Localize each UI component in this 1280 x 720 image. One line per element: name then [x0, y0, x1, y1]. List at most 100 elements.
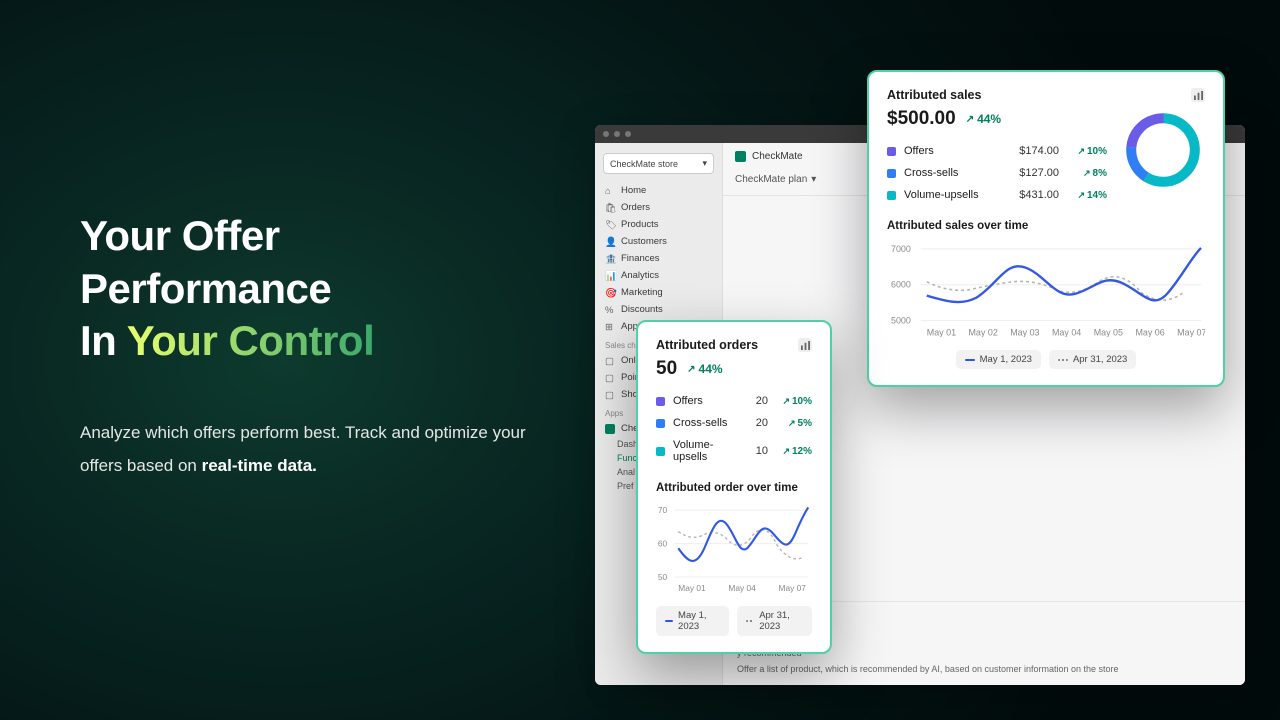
bar-chart-icon[interactable]	[798, 338, 812, 352]
store-name: CheckMate store	[610, 159, 678, 169]
nav-icon: 📊	[605, 271, 615, 281]
color-swatch	[887, 169, 896, 178]
nav-icon: 🎯	[605, 288, 615, 298]
arrow-up-icon: ↗	[782, 446, 790, 456]
legend-value: $127.00	[999, 167, 1059, 179]
arrow-up-icon: ↗	[1077, 190, 1085, 200]
legend-value: 10	[736, 445, 768, 457]
orders-value: 50	[656, 358, 677, 380]
color-swatch	[656, 419, 665, 428]
legend-pill-compare[interactable]: Apr 31, 2023	[737, 606, 812, 636]
traffic-light-icon	[614, 131, 620, 137]
svg-text:May 07: May 07	[1177, 327, 1205, 337]
nav-icon: ⊞	[605, 322, 615, 332]
arrow-up-icon: ↗	[1083, 168, 1091, 178]
svg-text:May 04: May 04	[1052, 327, 1081, 337]
svg-text:May 01: May 01	[927, 327, 956, 337]
legend-value: $174.00	[999, 145, 1059, 157]
legend-pill-current[interactable]: May 1, 2023	[956, 350, 1041, 369]
color-swatch	[887, 191, 896, 200]
channel-icon: ▢	[605, 373, 615, 383]
nav-icon: %	[605, 305, 615, 315]
hero-heading: Your Offer Performance In Your Control	[80, 210, 540, 368]
color-swatch	[656, 447, 665, 456]
color-swatch	[656, 397, 665, 406]
arrow-up-icon: ↗	[782, 396, 790, 406]
svg-text:7000: 7000	[891, 244, 911, 254]
arrow-up-icon: ↗	[788, 418, 796, 428]
channel-icon: ▢	[605, 356, 615, 366]
nav-icon: 👤	[605, 237, 615, 247]
hero-line2: Performance	[80, 265, 331, 312]
sidebar-item-marketing[interactable]: 🎯Marketing	[595, 284, 722, 301]
card-title: Attributed orders	[656, 338, 758, 352]
orders-delta: ↗44%	[687, 362, 722, 376]
legend-row: Offers$174.00↗10%	[887, 140, 1107, 162]
sidebar-item-orders[interactable]: 🛍Orders	[595, 199, 722, 216]
legend-row: Cross-sells$127.00↗8%	[887, 162, 1107, 184]
hero: Your Offer Performance In Your Control A…	[80, 210, 540, 482]
legend-delta: ↗14%	[1059, 190, 1107, 201]
hero-line1: Your Offer	[80, 212, 280, 259]
legend-value: 20	[736, 417, 768, 429]
orders-line-chart: 70 60 50 May 01 May 04 May 07	[656, 500, 812, 593]
app-icon	[735, 151, 746, 162]
legend-label: Cross-sells	[673, 417, 736, 429]
hero-line3-prefix: In	[80, 317, 127, 364]
legend-delta: ↗8%	[1059, 168, 1107, 179]
nav-icon: ⌂	[605, 186, 615, 196]
sidebar-item-discounts[interactable]: %Discounts	[595, 301, 722, 318]
svg-text:50: 50	[658, 572, 668, 582]
legend-value: 20	[736, 395, 768, 407]
svg-text:5000: 5000	[891, 315, 911, 325]
legend-row: Cross-sells20↗5%	[656, 412, 812, 434]
app-title: CheckMate	[752, 151, 803, 162]
svg-text:May 02: May 02	[968, 327, 997, 337]
nav-icon: 🏦	[605, 254, 615, 264]
svg-text:May 01: May 01	[678, 583, 706, 593]
legend-row: Offers20↗10%	[656, 390, 812, 412]
legend-label: Offers	[904, 145, 999, 157]
svg-text:May 03: May 03	[1010, 327, 1039, 337]
legend-value: $431.00	[999, 189, 1059, 201]
svg-text:May 06: May 06	[1135, 327, 1164, 337]
sales-line-chart: 7000 6000 5000 May 01 May 02 May 03 May …	[887, 238, 1205, 337]
channel-icon: ▢	[605, 390, 615, 400]
svg-text:May 07: May 07	[779, 583, 807, 593]
hero-sub: Analyze which offers perform best. Track…	[80, 416, 540, 482]
color-swatch	[887, 147, 896, 156]
chevron-down-icon: ▾	[702, 158, 707, 169]
legend-row: Volume-upsells10↗12%	[656, 434, 812, 468]
legend-delta: ↗12%	[768, 446, 812, 457]
legend-pill-current[interactable]: May 1, 2023	[656, 606, 729, 636]
legend-delta: ↗10%	[1059, 146, 1107, 157]
sidebar-item-finances[interactable]: 🏦Finances	[595, 250, 722, 267]
sidebar-item-analytics[interactable]: 📊Analytics	[595, 267, 722, 284]
legend-label: Offers	[673, 395, 736, 407]
svg-text:6000: 6000	[891, 280, 911, 290]
arrow-up-icon: ↗	[966, 114, 974, 125]
attributed-orders-card: Attributed orders 50 ↗44% Offers20↗10%Cr…	[636, 320, 832, 654]
traffic-light-icon	[625, 131, 631, 137]
attributed-sales-card: Attributed sales $500.00 ↗44% Offers$174…	[867, 70, 1225, 387]
app-icon	[605, 424, 615, 434]
svg-text:May 04: May 04	[728, 583, 756, 593]
sidebar-item-products[interactable]: 🏷Products	[595, 216, 722, 233]
arrow-up-icon: ↗	[1077, 146, 1085, 156]
svg-text:70: 70	[658, 505, 668, 515]
store-selector[interactable]: CheckMate store ▾	[603, 153, 714, 174]
sidebar-item-customers[interactable]: 👤Customers	[595, 233, 722, 250]
sales-delta: ↗44%	[966, 112, 1001, 126]
bar-chart-icon[interactable]	[1191, 88, 1205, 102]
nav-icon: 🏷	[605, 220, 615, 230]
svg-text:May 05: May 05	[1094, 327, 1123, 337]
legend-label: Volume-upsells	[904, 189, 999, 201]
legend-label: Cross-sells	[904, 167, 999, 179]
arrow-up-icon: ↗	[687, 364, 695, 375]
legend-pill-compare[interactable]: Apr 31, 2023	[1049, 350, 1136, 369]
orders-subhead: Attributed order over time	[656, 482, 812, 494]
nav-icon: 🛍	[605, 203, 615, 213]
donut-chart	[1121, 108, 1205, 192]
sidebar-item-home[interactable]: ⌂Home	[595, 182, 722, 199]
chevron-down-icon: ▾	[811, 174, 816, 185]
